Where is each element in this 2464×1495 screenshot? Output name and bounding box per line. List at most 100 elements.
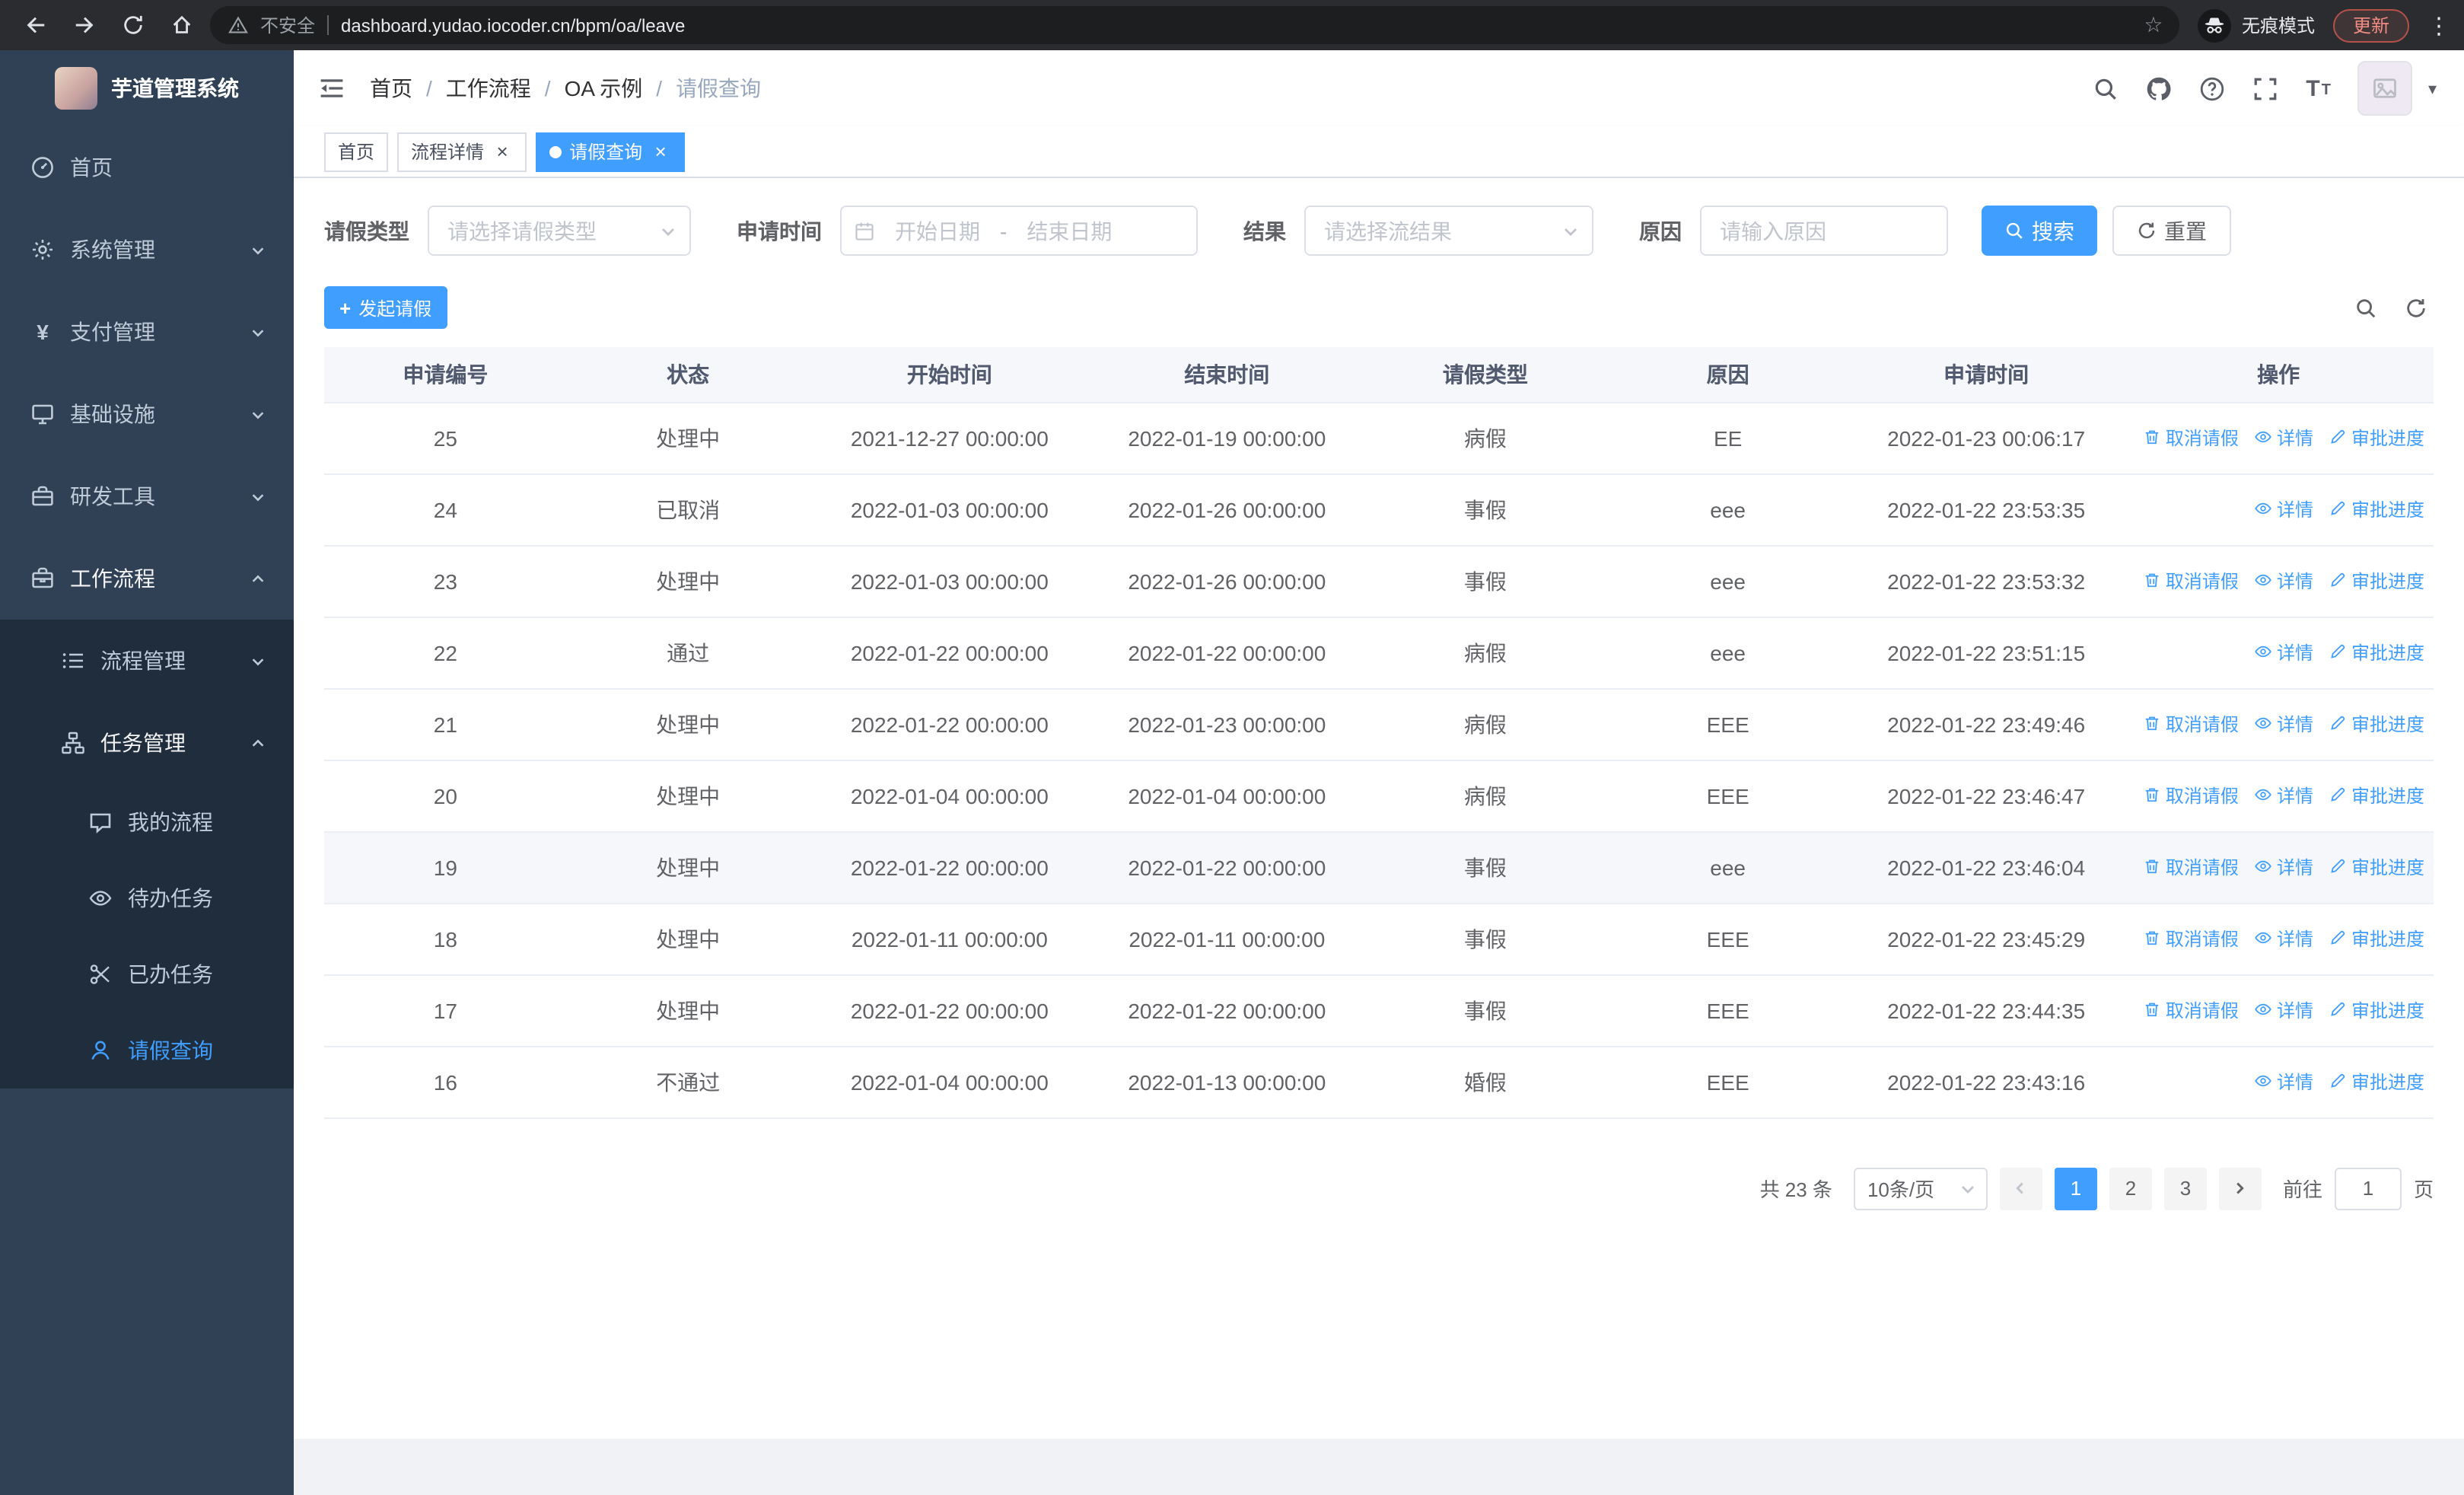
page-button-2[interactable]: 2 xyxy=(2109,1167,2152,1210)
leave-type-select[interactable]: 请选择请假类型 xyxy=(428,206,691,256)
progress-link[interactable]: 审批进度 xyxy=(2329,425,2424,451)
search-icon[interactable] xyxy=(2093,75,2119,101)
cell-status: 处理中 xyxy=(566,545,810,617)
end-date-input[interactable] xyxy=(1013,218,1126,243)
page-size-select[interactable]: 10条/页 xyxy=(1853,1167,1988,1210)
edit-icon xyxy=(2329,858,2347,876)
cell-applied: 2022-01-22 23:46:04 xyxy=(1849,831,2124,904)
sidebar-item-task-mgmt[interactable]: 任务管理 xyxy=(0,702,294,784)
browser-forward-icon[interactable] xyxy=(64,5,103,45)
page-button-3[interactable]: 3 xyxy=(2163,1167,2207,1210)
refresh-icon[interactable] xyxy=(2405,296,2427,319)
breadcrumb-separator: / xyxy=(426,76,432,100)
page-button-1[interactable]: 1 xyxy=(2054,1167,2097,1210)
reason-input[interactable] xyxy=(1700,206,1948,256)
avatar[interactable] xyxy=(2357,61,2413,116)
detail-link[interactable]: 详情 xyxy=(2254,854,2313,880)
tab-close-icon[interactable]: × xyxy=(492,142,513,161)
cancel-leave-link[interactable]: 取消请假 xyxy=(2143,926,2239,952)
apply-time-range-picker[interactable]: - xyxy=(840,206,1198,256)
breadcrumb-item[interactable]: OA 示例 xyxy=(565,73,643,104)
search-toggle-icon[interactable] xyxy=(2354,296,2377,319)
cancel-leave-link[interactable]: 取消请假 xyxy=(2143,568,2239,594)
bookmark-star-icon[interactable]: ☆ xyxy=(2137,12,2170,38)
progress-link[interactable]: 审批进度 xyxy=(2329,1069,2424,1095)
detail-link[interactable]: 详情 xyxy=(2254,639,2313,665)
tab-leave-query[interactable]: 请假查询 × xyxy=(536,132,686,171)
cell-type: 事假 xyxy=(1364,974,1607,1047)
progress-link[interactable]: 审批进度 xyxy=(2329,496,2424,522)
column-header: 开始时间 xyxy=(809,347,1090,403)
cell-type: 事假 xyxy=(1364,831,1607,904)
progress-link[interactable]: 审批进度 xyxy=(2329,783,2424,808)
cell-type: 病假 xyxy=(1364,760,1607,832)
next-page-button[interactable] xyxy=(2218,1167,2262,1210)
sidebar-item-payment[interactable]: ¥ 支付管理 xyxy=(0,291,294,373)
create-leave-button[interactable]: + 发起请假 xyxy=(324,286,447,329)
fullscreen-icon[interactable] xyxy=(2252,75,2278,101)
detail-link[interactable]: 详情 xyxy=(2254,496,2313,522)
progress-link[interactable]: 审批进度 xyxy=(2329,854,2424,880)
progress-link[interactable]: 审批进度 xyxy=(2329,997,2424,1023)
search-button[interactable]: 搜索 xyxy=(1982,206,2097,256)
detail-link[interactable]: 详情 xyxy=(2254,425,2313,451)
app-logo[interactable]: 芋道管理系统 xyxy=(0,50,294,126)
cancel-leave-link[interactable]: 取消请假 xyxy=(2143,783,2239,808)
breadcrumb-item[interactable]: 首页 xyxy=(370,73,412,104)
browser-reload-icon[interactable] xyxy=(113,5,152,45)
browser-home-icon[interactable] xyxy=(161,5,201,45)
tab-close-icon[interactable]: × xyxy=(650,142,671,161)
leave-table: 申请编号 状态 开始时间 结束时间 请假类型 原因 申请时间 操作 25 处理中 2021-12-… xyxy=(324,347,2434,1118)
progress-link[interactable]: 审批进度 xyxy=(2329,639,2424,665)
cancel-leave-link[interactable]: 取消请假 xyxy=(2143,997,2239,1023)
detail-link[interactable]: 详情 xyxy=(2254,711,2313,737)
scissors-icon xyxy=(88,962,113,987)
sidebar-item-todo-task[interactable]: 待办任务 xyxy=(0,860,294,936)
cancel-leave-link[interactable]: 取消请假 xyxy=(2143,854,2239,880)
sidebar-item-dev-tools[interactable]: 研发工具 xyxy=(0,455,294,537)
progress-link[interactable]: 审批进度 xyxy=(2329,568,2424,594)
reset-button[interactable]: 重置 xyxy=(2112,206,2231,256)
github-icon[interactable] xyxy=(2146,75,2172,101)
sidebar-item-label: 我的流程 xyxy=(128,810,213,834)
chevron-up-icon xyxy=(250,570,266,587)
update-button[interactable]: 更新 xyxy=(2332,8,2409,42)
prev-page-button[interactable] xyxy=(1999,1167,2042,1210)
detail-link[interactable]: 详情 xyxy=(2254,783,2313,808)
tab-process-detail[interactable]: 流程详情 × xyxy=(397,132,527,171)
sidebar-item-leave-query[interactable]: 请假查询 xyxy=(0,1012,294,1089)
browser-back-icon[interactable] xyxy=(15,5,55,45)
progress-link[interactable]: 审批进度 xyxy=(2329,926,2424,952)
sidebar-item-infrastructure[interactable]: 基础设施 xyxy=(0,373,294,455)
breadcrumb-item[interactable]: 工作流程 xyxy=(446,73,531,104)
cell-applied: 2022-01-23 00:06:17 xyxy=(1849,402,2124,474)
security-badge[interactable]: 不安全 xyxy=(260,12,315,38)
font-size-icon[interactable]: TT xyxy=(2306,77,2331,100)
cell-status: 处理中 xyxy=(566,974,810,1047)
url-text[interactable]: dashboard.yudao.iocoder.cn/bpm/oa/leave xyxy=(341,14,685,36)
sidebar-item-process-mgmt[interactable]: 流程管理 xyxy=(0,620,294,702)
progress-link[interactable]: 审批进度 xyxy=(2329,711,2424,737)
sidebar-item-label: 工作流程 xyxy=(70,566,155,591)
sidebar-item-my-process[interactable]: 我的流程 xyxy=(0,784,294,860)
start-date-input[interactable] xyxy=(881,218,994,243)
sidebar-item-home[interactable]: 首页 xyxy=(0,126,294,209)
help-icon[interactable] xyxy=(2199,75,2225,101)
sidebar-item-workflow[interactable]: 工作流程 xyxy=(0,537,294,620)
cancel-leave-link[interactable]: 取消请假 xyxy=(2143,425,2239,451)
detail-link[interactable]: 详情 xyxy=(2254,997,2313,1023)
result-select[interactable]: 请选择流结果 xyxy=(1304,206,1593,256)
sidebar-item-system[interactable]: 系统管理 xyxy=(0,209,294,291)
cancel-leave-link[interactable]: 取消请假 xyxy=(2143,711,2239,737)
detail-link[interactable]: 详情 xyxy=(2254,1069,2313,1095)
caret-down-icon[interactable]: ▾ xyxy=(2428,78,2437,98)
goto-page-input[interactable] xyxy=(2334,1167,2402,1210)
tab-label: 首页 xyxy=(338,142,375,163)
detail-link[interactable]: 详情 xyxy=(2254,926,2313,952)
sidebar-item-done-task[interactable]: 已办任务 xyxy=(0,936,294,1012)
tab-home[interactable]: 首页 xyxy=(324,132,389,171)
detail-link[interactable]: 详情 xyxy=(2254,568,2313,594)
address-bar[interactable]: 不安全 dashboard.yudao.iocoder.cn/bpm/oa/le… xyxy=(210,6,2179,44)
browser-menu-icon[interactable]: ⋮ xyxy=(2427,11,2450,39)
hamburger-icon[interactable] xyxy=(294,50,370,126)
